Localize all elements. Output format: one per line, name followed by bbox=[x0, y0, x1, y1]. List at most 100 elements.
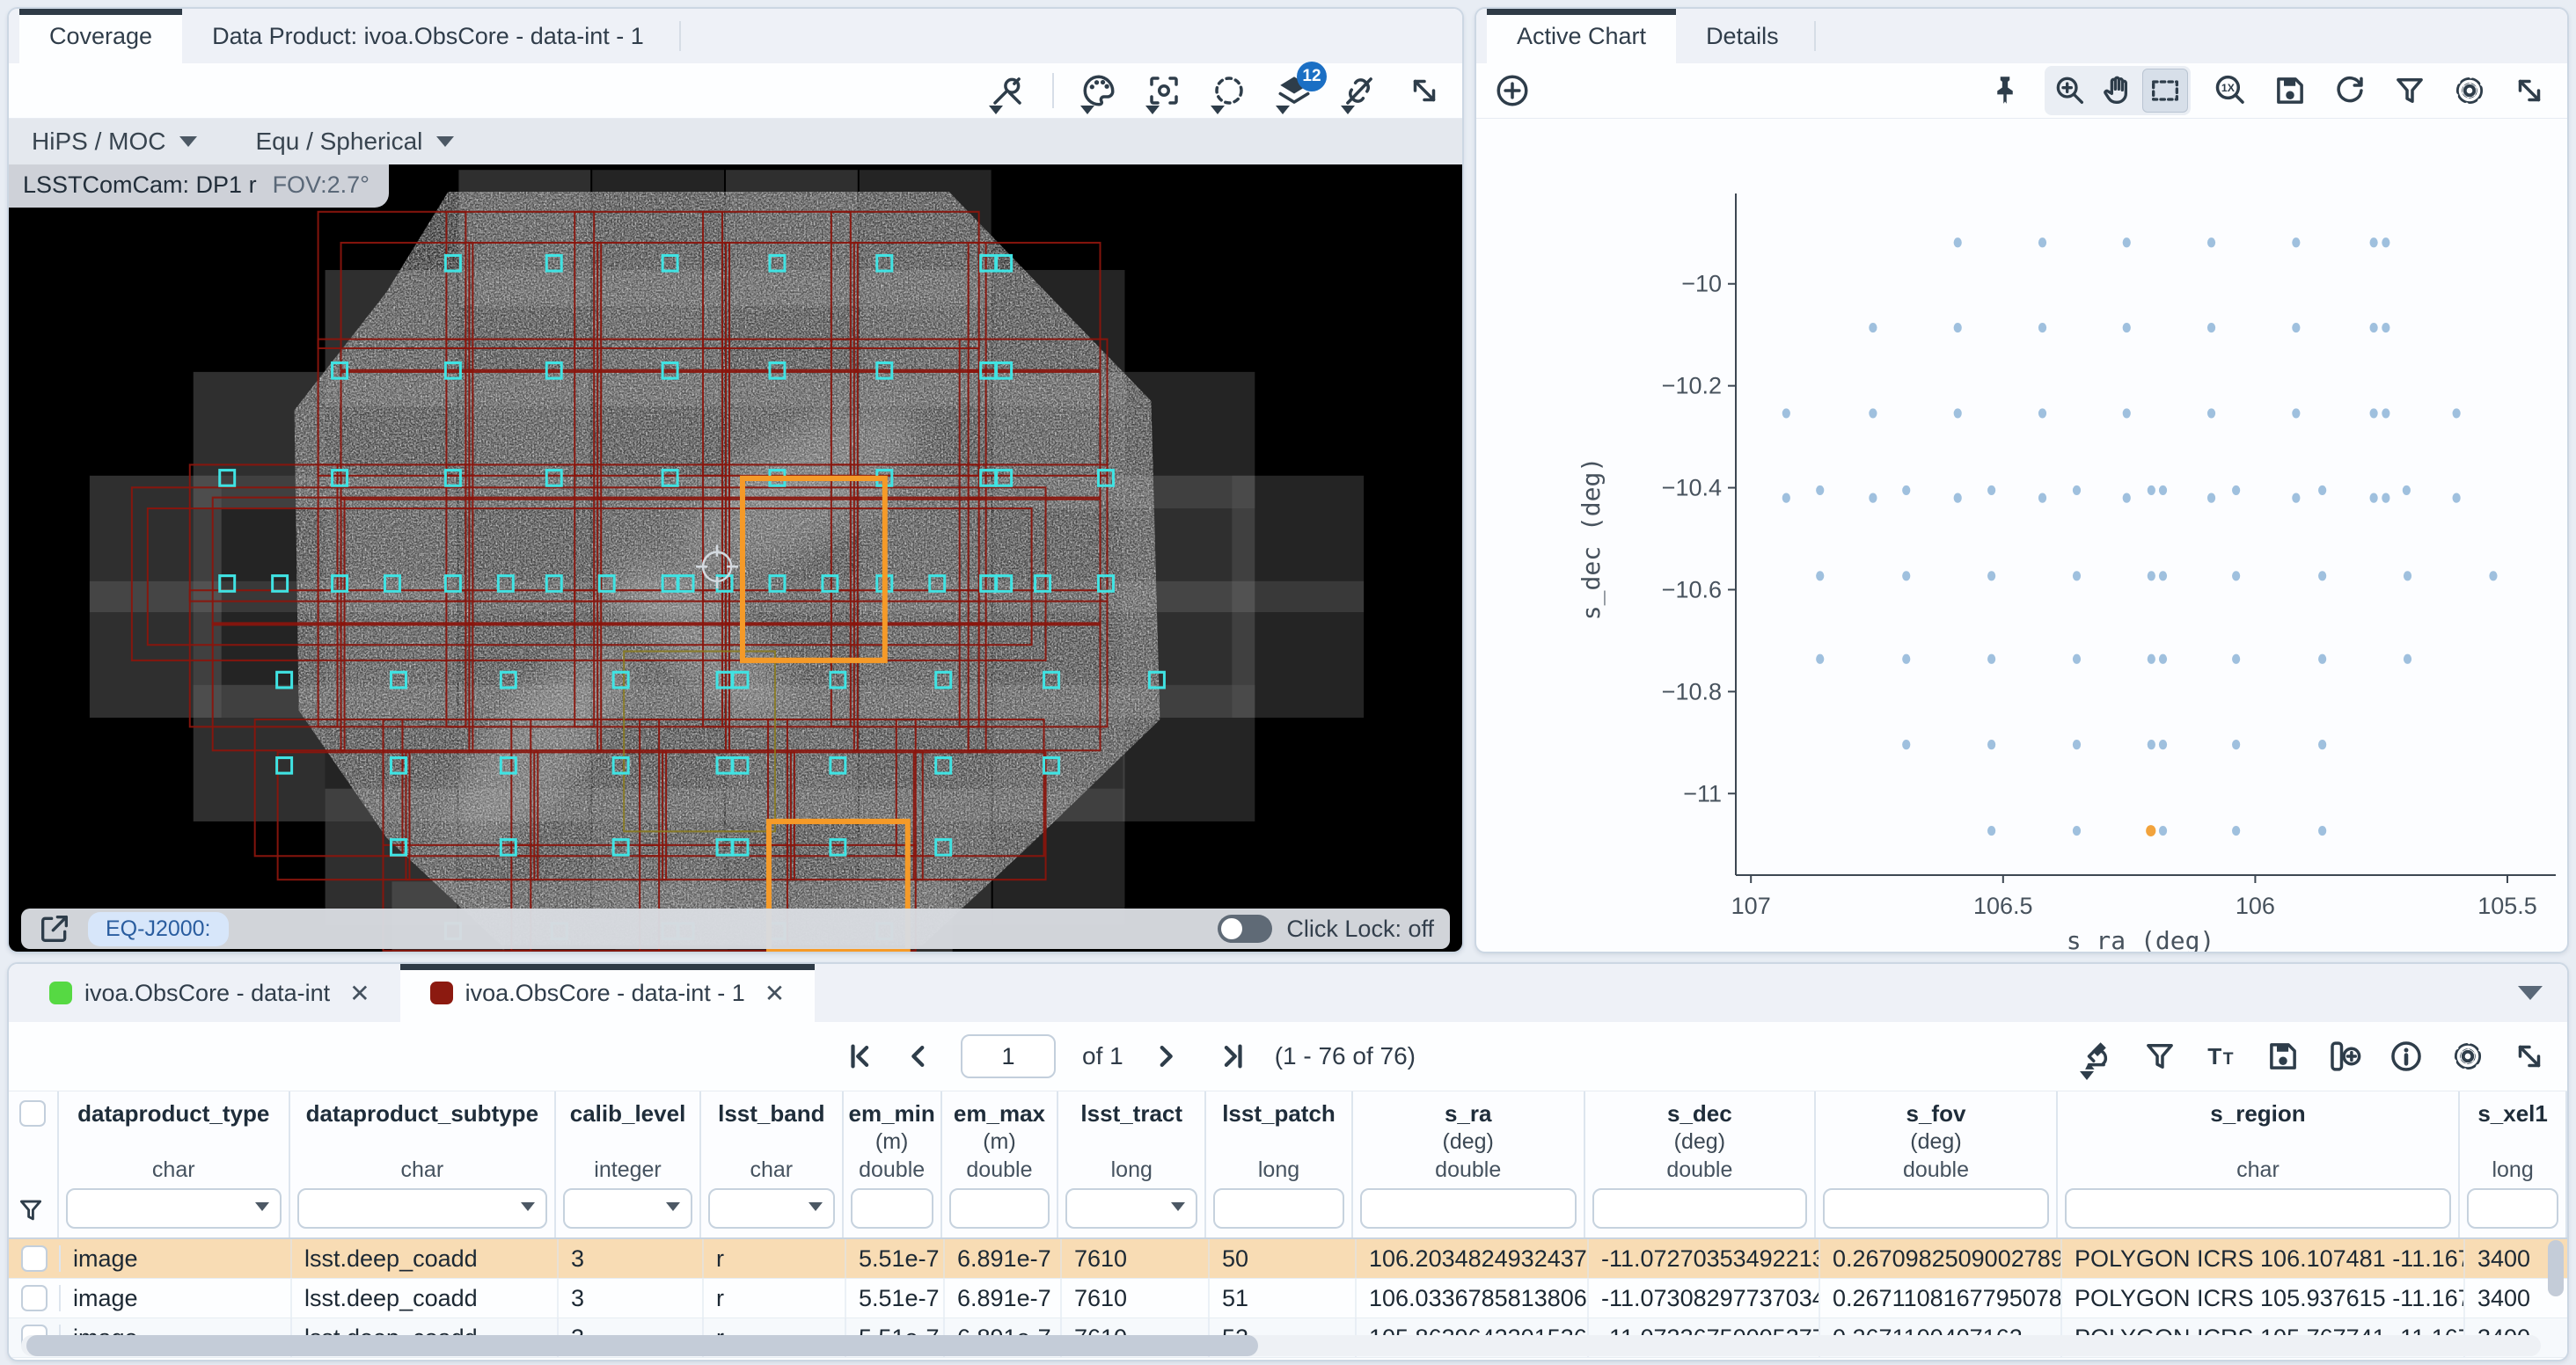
expand-icon[interactable] bbox=[1404, 70, 1445, 111]
data-point[interactable] bbox=[1954, 493, 1962, 503]
close-icon[interactable]: ✕ bbox=[349, 979, 370, 1008]
data-point[interactable] bbox=[2073, 571, 2081, 580]
restore-chart-icon[interactable] bbox=[2330, 70, 2370, 111]
data-point[interactable] bbox=[1902, 654, 1910, 664]
data-point[interactable] bbox=[2489, 571, 2497, 580]
data-point[interactable] bbox=[1954, 237, 1962, 247]
data-point[interactable] bbox=[2292, 237, 2300, 247]
data-point[interactable] bbox=[2207, 323, 2215, 332]
scrollbar-thumb[interactable] bbox=[26, 1335, 1258, 1356]
data-point[interactable] bbox=[1987, 571, 1995, 580]
data-point[interactable] bbox=[2232, 826, 2240, 836]
next-page-icon[interactable] bbox=[1150, 1040, 1182, 1072]
data-point[interactable] bbox=[2207, 237, 2215, 247]
data-point[interactable] bbox=[1782, 493, 1790, 503]
data-point[interactable] bbox=[1902, 485, 1910, 495]
data-point[interactable] bbox=[1987, 485, 1995, 495]
data-point[interactable] bbox=[2123, 408, 2131, 418]
column-header-lsst_tract[interactable]: lsst_tractlong bbox=[1058, 1091, 1206, 1237]
pin-chart-icon[interactable] bbox=[1985, 70, 2025, 111]
expand-table-icon[interactable] bbox=[2509, 1036, 2550, 1077]
color-palette-icon[interactable] bbox=[1079, 70, 1119, 111]
chart-settings-gear-icon[interactable] bbox=[2449, 70, 2490, 111]
data-point[interactable] bbox=[2159, 571, 2167, 580]
save-table-icon[interactable] bbox=[2263, 1036, 2303, 1077]
data-point[interactable] bbox=[1902, 740, 1910, 749]
vertical-scrollbar[interactable] bbox=[2548, 1240, 2564, 1330]
data-point[interactable] bbox=[2207, 493, 2215, 503]
data-point[interactable] bbox=[1869, 323, 1877, 332]
add-column-icon[interactable] bbox=[2324, 1036, 2365, 1077]
column-header-lsst_patch[interactable]: lsst_patchlong bbox=[1206, 1091, 1353, 1237]
data-point[interactable] bbox=[2318, 654, 2326, 664]
table-settings-gear-icon[interactable] bbox=[2448, 1036, 2488, 1077]
projection-dropdown[interactable]: Equ / Spherical bbox=[232, 128, 477, 156]
last-page-icon[interactable] bbox=[1217, 1040, 1248, 1072]
column-filter-input[interactable] bbox=[949, 1188, 1050, 1229]
data-point[interactable] bbox=[2232, 571, 2240, 580]
column-filter-input[interactable] bbox=[1360, 1188, 1577, 1229]
data-point[interactable] bbox=[2370, 237, 2378, 247]
column-filter-input[interactable] bbox=[66, 1188, 282, 1229]
tools-icon[interactable] bbox=[987, 70, 1028, 111]
column-header-lsst_band[interactable]: lsst_bandchar bbox=[701, 1091, 844, 1237]
sky-mosaic[interactable] bbox=[9, 164, 1462, 953]
data-point[interactable] bbox=[1954, 408, 1962, 418]
region-select-icon[interactable] bbox=[1209, 70, 1249, 111]
column-header-dataproduct_subtype[interactable]: dataproduct_subtypechar bbox=[290, 1091, 557, 1237]
data-point[interactable] bbox=[2159, 654, 2167, 664]
data-inspector-icon[interactable] bbox=[2078, 1036, 2119, 1077]
data-point[interactable] bbox=[1987, 740, 1995, 749]
external-link-icon[interactable] bbox=[37, 911, 72, 946]
data-point[interactable] bbox=[2318, 485, 2326, 495]
table-info-icon[interactable] bbox=[2386, 1036, 2426, 1077]
data-point[interactable] bbox=[2207, 408, 2215, 418]
tab-coverage[interactable]: Coverage bbox=[19, 9, 182, 63]
data-point[interactable] bbox=[2038, 323, 2046, 332]
data-point[interactable] bbox=[1902, 571, 1910, 580]
data-point[interactable] bbox=[1816, 654, 1824, 664]
data-point[interactable] bbox=[1987, 826, 1995, 836]
horizontal-scrollbar[interactable] bbox=[21, 1335, 2541, 1356]
data-point[interactable] bbox=[2232, 740, 2240, 749]
column-header-s_fov[interactable]: s_fov(deg)double bbox=[1816, 1091, 2058, 1237]
scrollbar-thumb[interactable] bbox=[2548, 1240, 2564, 1296]
data-point[interactable] bbox=[2123, 323, 2131, 332]
data-point[interactable] bbox=[2382, 493, 2389, 503]
column-header-em_min[interactable]: em_min(m)double bbox=[844, 1091, 942, 1237]
row-checkbox[interactable] bbox=[21, 1285, 48, 1311]
column-header-s_dec[interactable]: s_dec(deg)double bbox=[1585, 1091, 1817, 1237]
data-point[interactable] bbox=[1816, 571, 1824, 580]
filter-chart-icon[interactable] bbox=[2389, 70, 2430, 111]
data-point[interactable] bbox=[2453, 493, 2461, 503]
text-view-icon[interactable]: TT bbox=[2201, 1036, 2242, 1077]
column-filter-input[interactable] bbox=[1592, 1188, 1808, 1229]
data-point[interactable] bbox=[2038, 408, 2046, 418]
data-point[interactable] bbox=[2038, 493, 2046, 503]
recenter-icon[interactable] bbox=[1144, 70, 1184, 111]
data-point[interactable] bbox=[1869, 408, 1877, 418]
column-header-s_region[interactable]: s_regionchar bbox=[2058, 1091, 2460, 1237]
hips-moc-dropdown[interactable]: HiPS / MOC bbox=[9, 128, 220, 156]
column-header-s_ra[interactable]: s_ra(deg)double bbox=[1353, 1091, 1585, 1237]
data-point[interactable] bbox=[2403, 485, 2411, 495]
data-point[interactable] bbox=[2382, 237, 2389, 247]
filter-row-icon[interactable] bbox=[16, 1195, 46, 1225]
data-point[interactable] bbox=[2232, 485, 2240, 495]
column-header-s_xel1[interactable]: s_xel1long bbox=[2460, 1091, 2567, 1237]
data-point[interactable] bbox=[1954, 323, 1962, 332]
tab-table-1[interactable]: ivoa.ObsCore - data-int - 1 ✕ bbox=[400, 964, 816, 1022]
data-point[interactable] bbox=[2292, 493, 2300, 503]
filter-table-icon[interactable] bbox=[2140, 1036, 2180, 1077]
layers-icon[interactable]: 12 bbox=[1274, 70, 1314, 111]
data-point[interactable] bbox=[1869, 493, 1877, 503]
expand-chart-icon[interactable] bbox=[2509, 70, 2550, 111]
select-all-checkbox[interactable] bbox=[19, 1100, 46, 1127]
prev-page-icon[interactable] bbox=[903, 1040, 934, 1072]
save-chart-icon[interactable] bbox=[2270, 70, 2310, 111]
data-point[interactable] bbox=[2123, 237, 2131, 247]
data-point[interactable] bbox=[2292, 323, 2300, 332]
column-filter-input[interactable] bbox=[1823, 1188, 2049, 1229]
data-point[interactable] bbox=[2148, 571, 2155, 580]
data-point[interactable] bbox=[2159, 826, 2167, 836]
